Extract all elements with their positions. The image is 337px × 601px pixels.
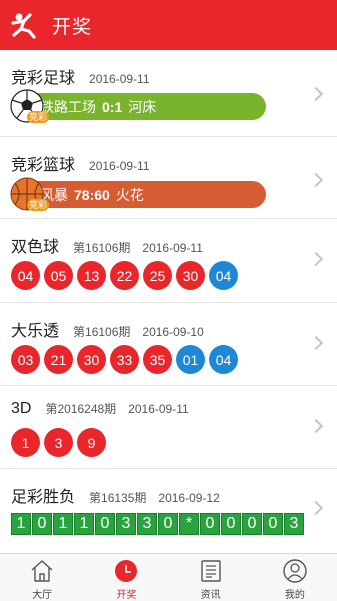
row-header: 双色球 第16106期 2016-09-11 xyxy=(11,233,203,257)
red-ball: 30 xyxy=(176,261,205,290)
chevron-right-icon xyxy=(308,172,324,188)
red-ball: 04 xyxy=(11,261,40,290)
result-digit: 3 xyxy=(137,513,157,535)
result-digit: 0 xyxy=(221,513,241,535)
list-item-football[interactable]: 竞彩足球 2016-09-11 铁路工场 0:1 河床 竞彩 xyxy=(0,50,337,137)
issue-number: 第16106期 xyxy=(73,325,131,339)
red-ball: 03 xyxy=(11,345,40,374)
result-digit: 0 xyxy=(95,513,115,535)
chevron-right-icon xyxy=(308,500,324,516)
red-ball: 3 xyxy=(44,428,73,457)
tab-label: 开奖 xyxy=(116,590,137,601)
away-team: 火花 xyxy=(115,186,144,203)
away-team: 河床 xyxy=(128,98,157,115)
result-digit: 1 xyxy=(53,513,73,535)
result-digit: 1 xyxy=(11,513,31,535)
result-digit: 3 xyxy=(116,513,136,535)
tab-news[interactable]: 资讯 xyxy=(169,554,253,601)
tab-label: 资讯 xyxy=(200,590,221,601)
draw-results-list: 竞彩足球 2016-09-11 铁路工场 0:1 河床 竞彩 竞彩篮球 2016… xyxy=(0,50,337,550)
chevron-right-icon xyxy=(308,418,324,434)
draw-date: 2016-09-12 xyxy=(158,491,220,505)
winning-balls: 03 21 30 33 35 01 04 xyxy=(11,345,242,374)
list-item-sfc[interactable]: 足彩胜负 第16135期 2016-09-12 1 0 1 1 0 3 3 0 * 0 0 0 0 3 xyxy=(0,469,337,550)
running-man-logo-icon xyxy=(11,13,36,39)
lottery-name: 竞彩足球 xyxy=(11,70,76,87)
app-header: 开奖 xyxy=(0,0,337,50)
result-digit: 3 xyxy=(284,513,304,535)
issue-number: 第16106期 xyxy=(73,241,131,255)
list-item-ssq[interactable]: 双色球 第16106期 2016-09-11 04 05 13 22 25 30 04 xyxy=(0,219,337,303)
row-header: 竞彩篮球 2016-09-11 xyxy=(11,151,150,175)
news-icon xyxy=(200,560,221,582)
tab-hall[interactable]: 大厅 xyxy=(0,554,84,601)
row-header: 大乐透 第16106期 2016-09-10 xyxy=(11,317,204,341)
lottery-name: 足彩胜负 xyxy=(11,489,76,506)
tab-mine[interactable]: 我的 xyxy=(253,554,337,601)
draw-date: 2016-09-11 xyxy=(89,159,150,173)
red-ball: 13 xyxy=(77,261,106,290)
red-ball: 35 xyxy=(143,345,172,374)
red-ball: 05 xyxy=(44,261,73,290)
blue-ball: 01 xyxy=(176,345,205,374)
draw-date: 2016-09-11 xyxy=(142,241,203,255)
tab-label: 我的 xyxy=(284,590,305,601)
user-icon xyxy=(283,559,307,583)
red-ball: 25 xyxy=(143,261,172,290)
row-header: 竞彩足球 2016-09-11 xyxy=(11,64,150,88)
draw-date: 2016-09-10 xyxy=(142,325,204,339)
result-digit: 0 xyxy=(200,513,220,535)
blue-ball: 04 xyxy=(209,261,238,290)
match-score: 0:1 xyxy=(102,98,123,115)
red-ball: 33 xyxy=(110,345,139,374)
home-icon xyxy=(31,560,53,582)
lottery-name: 大乐透 xyxy=(11,323,60,340)
match-result-digits: 1 0 1 1 0 3 3 0 * 0 0 0 0 3 xyxy=(11,513,305,535)
lottery-name: 3D xyxy=(11,400,32,417)
tab-draw-results[interactable]: 开奖 xyxy=(84,554,168,601)
row-header: 3D 第2016248期 2016-09-11 xyxy=(11,400,189,418)
winning-balls: 139 xyxy=(11,428,110,457)
result-digit: * xyxy=(179,513,199,535)
chevron-right-icon xyxy=(308,251,324,267)
chevron-right-icon xyxy=(308,335,324,351)
issue-number: 第16135期 xyxy=(89,491,147,505)
bottom-tab-bar: 大厅 开奖 资讯 我的 xyxy=(0,553,337,601)
jingcai-tag: 竞彩 xyxy=(27,111,50,123)
row-header: 足彩胜负 第16135期 2016-09-12 xyxy=(11,483,220,507)
lottery-name: 竞彩篮球 xyxy=(11,157,76,174)
result-digit: 0 xyxy=(242,513,262,535)
jingcai-tag: 竞彩 xyxy=(27,199,50,211)
list-item-basketball[interactable]: 竞彩篮球 2016-09-11 风暴 78:60 火花 竞彩 xyxy=(0,137,337,219)
list-item-3d[interactable]: 3D 第2016248期 2016-09-11 139 xyxy=(0,386,337,469)
red-ball: 30 xyxy=(77,345,106,374)
result-digit: 0 xyxy=(32,513,52,535)
blue-ball: 04 xyxy=(209,345,238,374)
result-digit: 0 xyxy=(263,513,283,535)
list-item-dlt[interactable]: 大乐透 第16106期 2016-09-10 03 21 30 33 35 01 04 xyxy=(0,303,337,386)
red-ball: 1 xyxy=(11,428,40,457)
red-ball: 9 xyxy=(77,428,106,457)
lottery-name: 双色球 xyxy=(11,239,60,256)
match-score: 78:60 xyxy=(74,186,110,203)
match-result-bar: 铁路工场 0:1 河床 xyxy=(14,93,266,120)
red-ball: 22 xyxy=(110,261,139,290)
clock-icon xyxy=(115,560,138,582)
result-digit: 1 xyxy=(74,513,94,535)
match-result-bar: 风暴 78:60 火花 xyxy=(14,181,266,208)
issue-number: 第2016248期 xyxy=(45,402,117,416)
winning-balls: 04 05 13 22 25 30 04 xyxy=(11,261,242,290)
draw-date: 2016-09-11 xyxy=(128,402,189,416)
tab-label: 大厅 xyxy=(32,590,53,601)
chevron-right-icon xyxy=(308,86,324,102)
result-digit: 0 xyxy=(158,513,178,535)
draw-date: 2016-09-11 xyxy=(89,72,150,86)
page-title: 开奖 xyxy=(52,16,93,38)
red-ball: 21 xyxy=(44,345,73,374)
